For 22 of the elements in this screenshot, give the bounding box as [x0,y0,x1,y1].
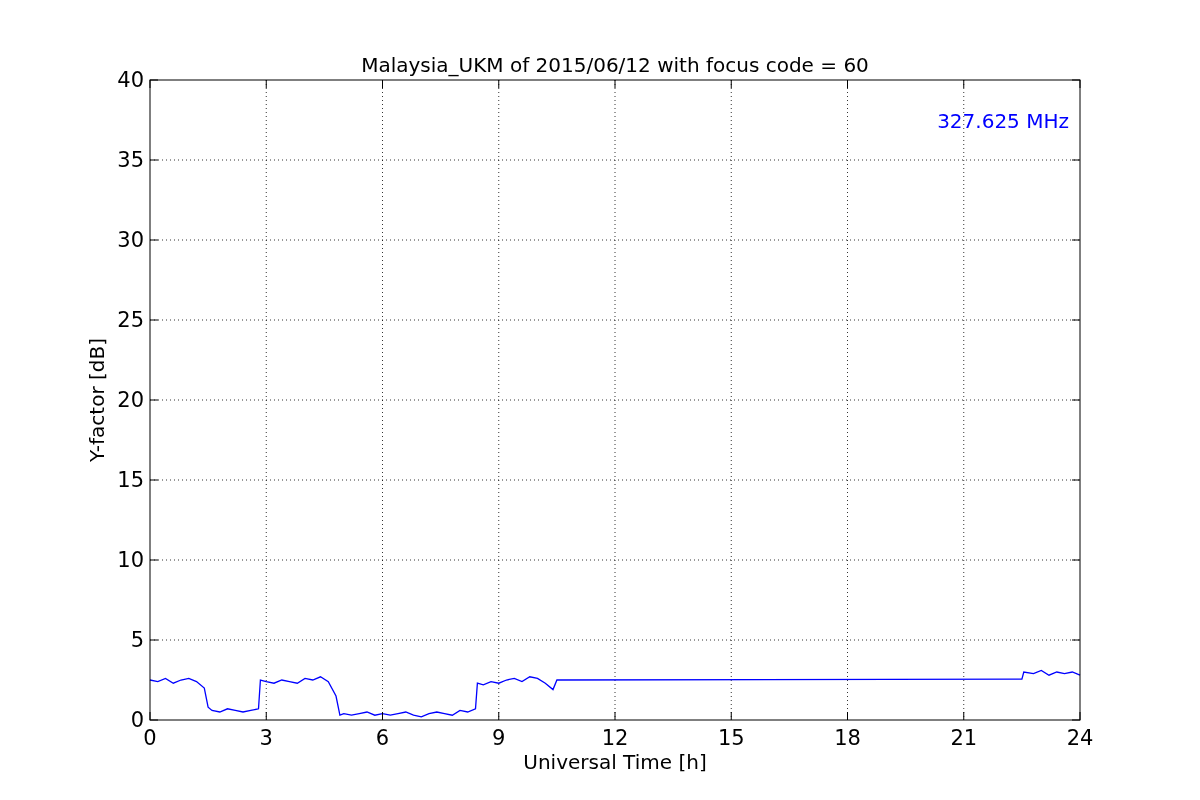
frequency-annotation: 327.625 MHz [937,109,1069,133]
y-tick-label: 40 [117,68,144,92]
x-tick-label: 18 [834,726,861,750]
x-tick-label: 3 [259,726,273,750]
y-tick-label: 10 [117,548,144,572]
x-tick-label: 9 [492,726,506,750]
y-tick-label: 5 [130,628,144,652]
x-tick-label: 24 [1066,726,1094,750]
x-tick-label: 15 [717,726,745,750]
chart-title: Malaysia_UKM of 2015/06/12 with focus code = 60 [361,53,869,77]
x-tick-label: 21 [950,726,978,750]
y-tick-label: 0 [130,708,144,732]
x-tick-label: 0 [143,726,157,750]
x-axis-label: Universal Time [h] [523,750,707,774]
y-tick-label: 20 [117,388,144,412]
y-tick-label: 35 [117,148,144,172]
y-tick-label: 30 [117,228,144,252]
y-tick-label: 15 [117,468,144,492]
y-tick-label: 25 [117,308,144,332]
x-tick-label: 12 [601,726,629,750]
x-tick-label: 6 [375,726,390,750]
y-axis-label: Y-factor [dB] [85,338,109,462]
